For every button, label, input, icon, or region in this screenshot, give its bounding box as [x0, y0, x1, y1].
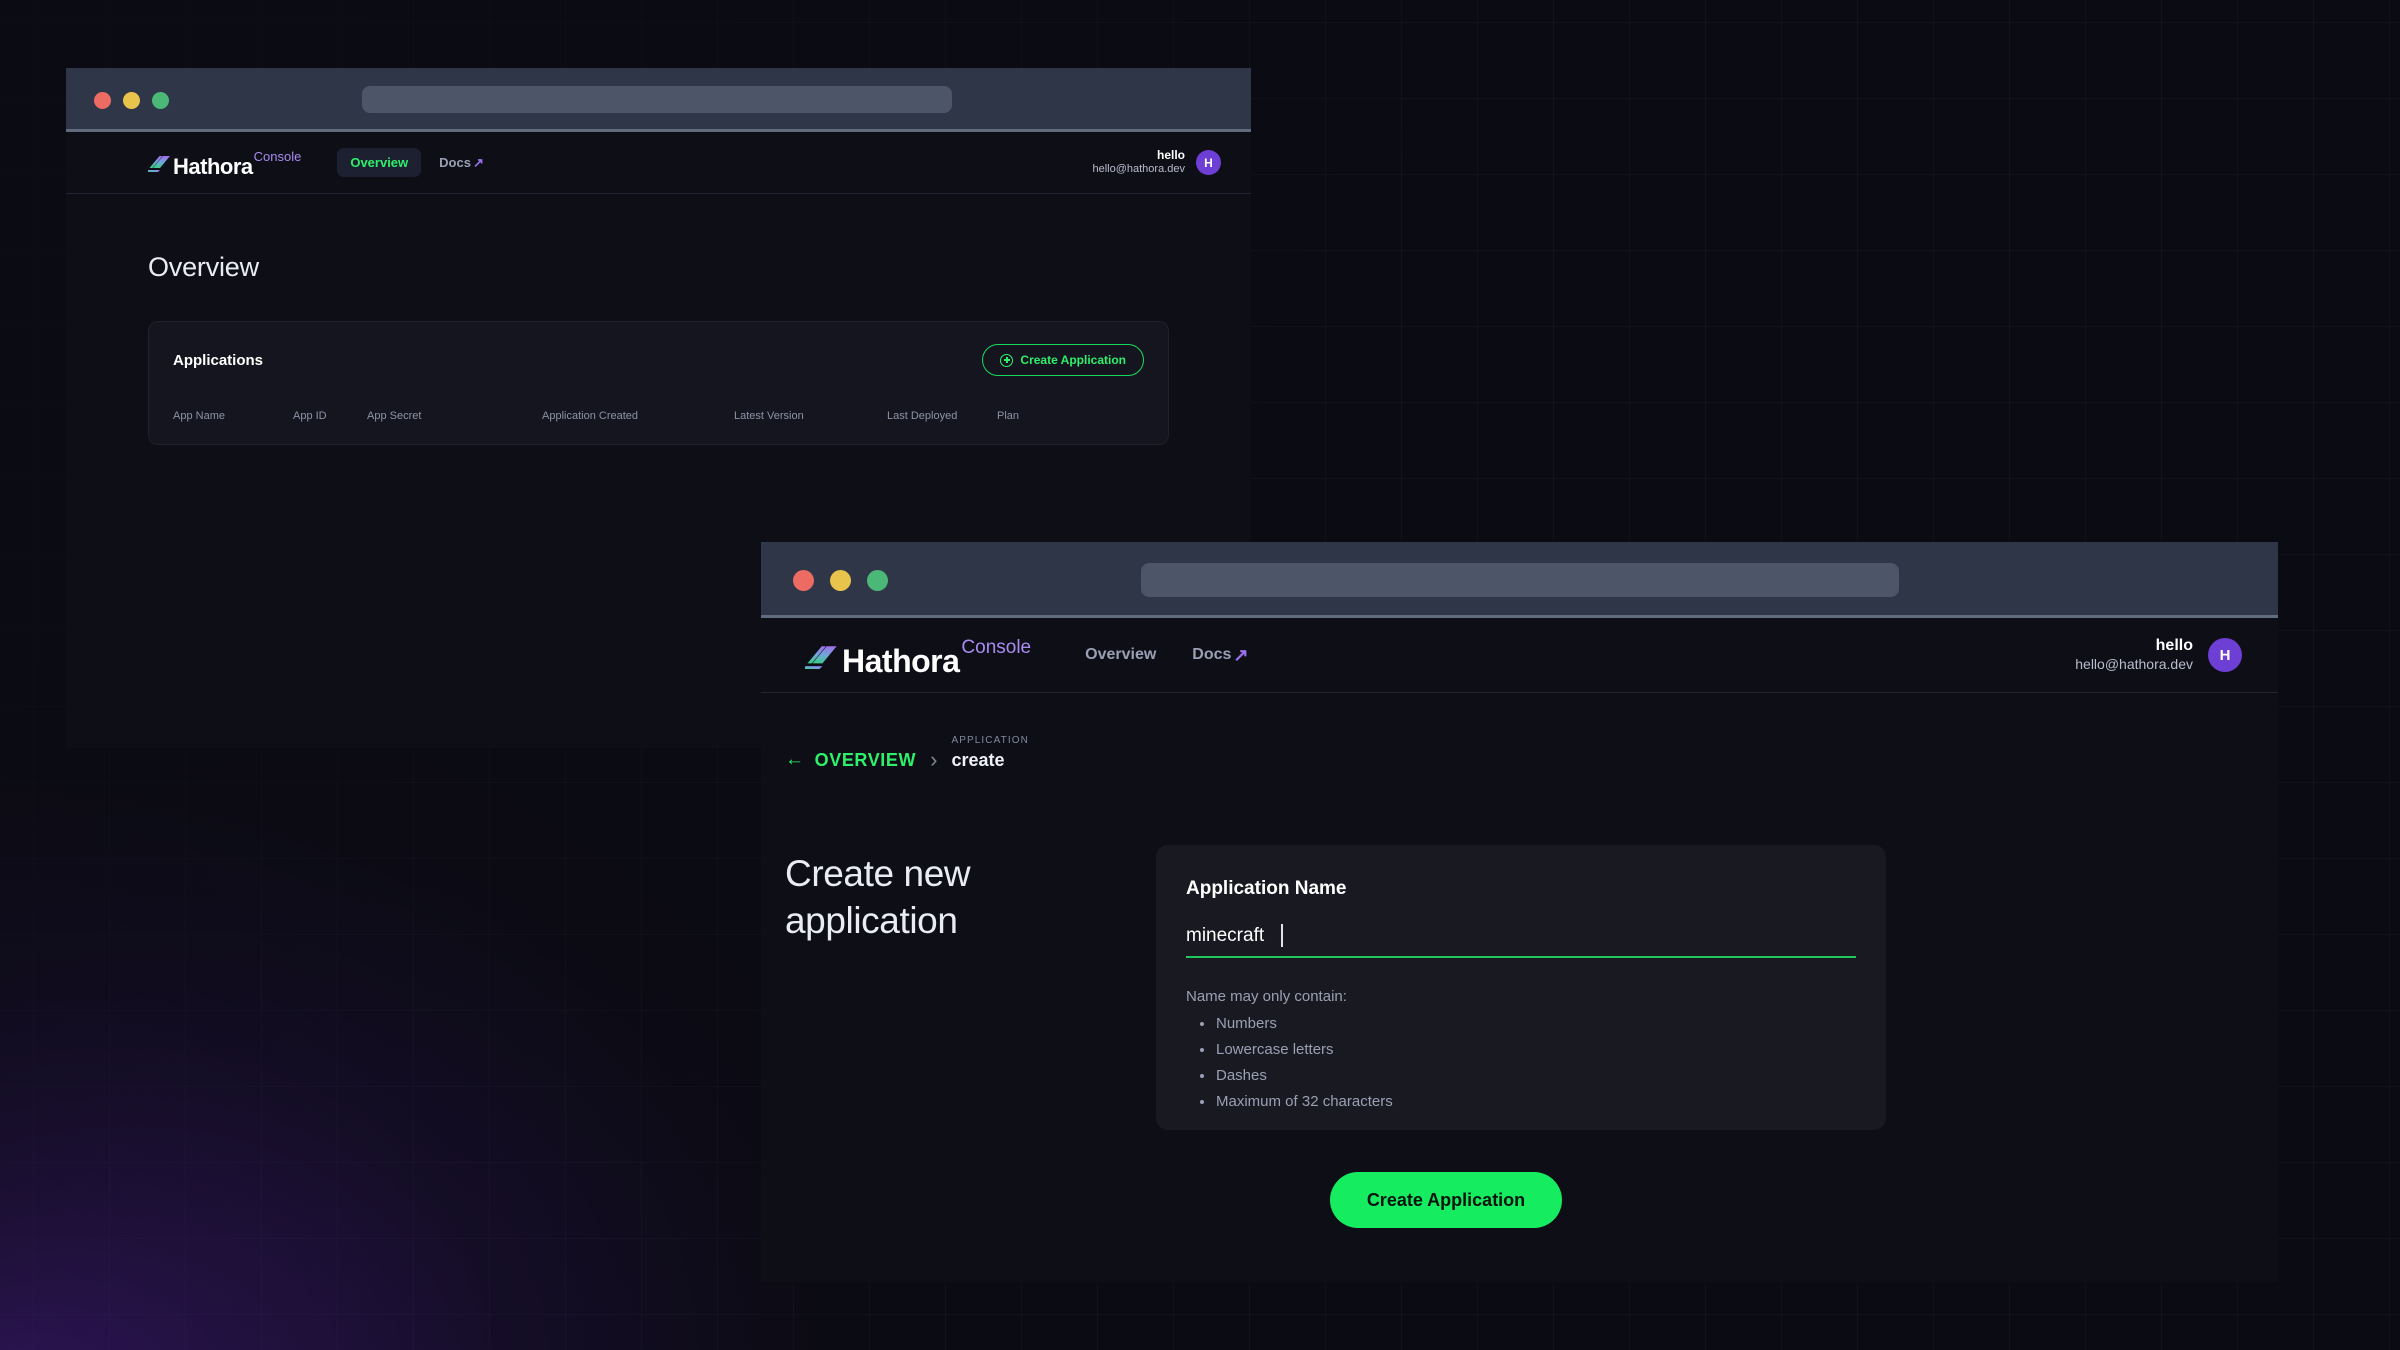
application-name-input[interactable]: [1186, 925, 1856, 958]
bullet-icon: [1200, 1099, 1204, 1104]
back-window-app-nav: Hathora Console Overview Docs ↗ hello he…: [66, 132, 1251, 194]
breadcrumb-kicker: APPLICATION: [951, 735, 1029, 746]
avatar[interactable]: H: [2208, 638, 2242, 672]
list-item: Numbers: [1186, 1015, 1856, 1032]
name-rules-list: Numbers Lowercase letters Dashes Maximum…: [1186, 1015, 1856, 1110]
chevron-right-icon: ›: [930, 747, 938, 772]
nav-link-docs[interactable]: Docs ↗: [1192, 645, 1248, 666]
column-header-application-created: Application Created: [542, 410, 639, 422]
application-name-label: Application Name: [1186, 878, 1347, 899]
bullet-icon: [1200, 1021, 1204, 1026]
breadcrumb-current-wrap: APPLICATION create: [951, 735, 1029, 771]
front-window-body: ← OVERVIEW › APPLICATION create Create n…: [761, 735, 2278, 1282]
create-application-heading: Create new application: [785, 850, 1115, 945]
column-header-app-secret: App Secret: [367, 410, 422, 422]
front-window-titlebar: [761, 542, 2278, 618]
submit-create-application-button[interactable]: Create Application: [1330, 1172, 1562, 1228]
column-header-plan: Plan: [997, 410, 1020, 422]
breadcrumb-back-overview[interactable]: ← OVERVIEW: [785, 749, 916, 771]
back-window-account-text: hello hello@hathora.dev: [1092, 148, 1185, 177]
column-header-latest-version: Latest Version: [734, 410, 804, 422]
list-item: Maximum of 32 characters: [1186, 1093, 1856, 1110]
minimize-button-icon[interactable]: [123, 91, 140, 109]
applications-table-header-row: App Name App ID App Secret Application C…: [173, 410, 1144, 422]
list-item: Lowercase letters: [1186, 1041, 1856, 1058]
bullet-icon: [1200, 1047, 1204, 1052]
back-window-titlebar: [66, 68, 1251, 132]
nav-link-overview[interactable]: Overview: [337, 148, 422, 177]
nav-link-docs[interactable]: Docs ↗: [439, 155, 484, 171]
back-window-url-bar[interactable]: [362, 86, 952, 113]
page-title: Overview: [148, 252, 259, 282]
application-name-input-wrap: [1186, 924, 1856, 958]
list-item-label: Lowercase letters: [1216, 1041, 1334, 1058]
hathora-logo-icon: [147, 153, 170, 172]
bullet-icon: [1200, 1073, 1204, 1078]
account-email: hello@hathora.dev: [2075, 656, 2193, 673]
front-window-nav-links: Overview Docs ↗: [1085, 645, 1248, 666]
external-link-arrow-icon: ↗: [472, 154, 484, 170]
nav-link-docs-label: Docs: [439, 155, 471, 170]
minimize-button-icon[interactable]: [830, 569, 851, 591]
hathora-logo-icon: [803, 642, 837, 669]
list-item-label: Dashes: [1216, 1067, 1267, 1084]
create-application-button[interactable]: Create Application: [982, 344, 1144, 376]
avatar[interactable]: H: [1196, 150, 1221, 175]
external-link-arrow-icon: ↗: [1233, 644, 1249, 665]
front-window-account-text: hello hello@hathora.dev: [2075, 636, 2193, 674]
brand-console-label: Console: [253, 149, 302, 164]
create-application-heading-line2: application: [785, 900, 958, 942]
front-window-traffic-lights: [793, 569, 888, 591]
brand-console-label: Console: [961, 637, 1032, 658]
create-application-heading-line1: Create new: [785, 853, 971, 894]
account-email: hello@hathora.dev: [1092, 163, 1185, 176]
close-button-icon[interactable]: [793, 569, 814, 591]
brand-name: Hathora: [842, 643, 960, 679]
create-application-button-label: Create Application: [1020, 353, 1126, 367]
maximize-button-icon[interactable]: [867, 569, 888, 591]
back-window-nav-links: Overview Docs ↗: [337, 148, 484, 177]
nav-link-docs-label: Docs: [1192, 646, 1232, 663]
front-window-account[interactable]: hello hello@hathora.dev H: [2075, 636, 2242, 674]
list-item: Dashes: [1186, 1067, 1856, 1084]
back-window-traffic-lights: [94, 91, 169, 109]
list-item-label: Numbers: [1216, 1015, 1277, 1032]
breadcrumb-back-label: OVERVIEW: [814, 749, 917, 770]
applications-card-header: Applications Create Application: [173, 344, 1144, 376]
column-header-app-name: App Name: [173, 410, 225, 422]
account-name: hello: [2155, 637, 2193, 655]
back-window-account[interactable]: hello hello@hathora.dev H: [1092, 148, 1221, 177]
column-header-app-id: App ID: [293, 410, 327, 422]
front-window-url-bar[interactable]: [1141, 563, 1899, 597]
text-cursor-icon: [1281, 924, 1283, 947]
arrow-left-icon: ←: [785, 749, 805, 770]
screenshot-stage: Hathora Console Overview Docs ↗ hello he…: [0, 0, 2400, 1350]
account-name: hello: [1156, 148, 1185, 163]
browser-window-create-application: Hathora Console Overview Docs ↗ hello he…: [761, 542, 2278, 1282]
front-window-app-nav: Hathora Console Overview Docs ↗ hello he…: [761, 618, 2278, 693]
front-window-brand[interactable]: Hathora Console: [803, 633, 1032, 679]
applications-card-title: Applications: [173, 351, 264, 369]
maximize-button-icon[interactable]: [152, 91, 169, 109]
column-header-last-deployed: Last Deployed: [887, 410, 958, 422]
plus-circle-icon: [1000, 353, 1014, 367]
close-button-icon[interactable]: [94, 91, 111, 109]
background-purple-glow: [0, 760, 810, 1350]
back-window-brand[interactable]: Hathora Console: [147, 147, 302, 179]
breadcrumb: ← OVERVIEW › APPLICATION create: [785, 735, 2278, 771]
name-rules-heading: Name may only contain:: [1186, 988, 1347, 1005]
applications-card: Applications Create Application App Name…: [148, 321, 1169, 445]
brand-name: Hathora: [173, 154, 253, 179]
nav-link-overview[interactable]: Overview: [1085, 646, 1156, 664]
list-item-label: Maximum of 32 characters: [1216, 1093, 1393, 1110]
breadcrumb-current: create: [951, 750, 1005, 770]
application-name-card: Application Name Name may only contain: …: [1156, 845, 1886, 1130]
